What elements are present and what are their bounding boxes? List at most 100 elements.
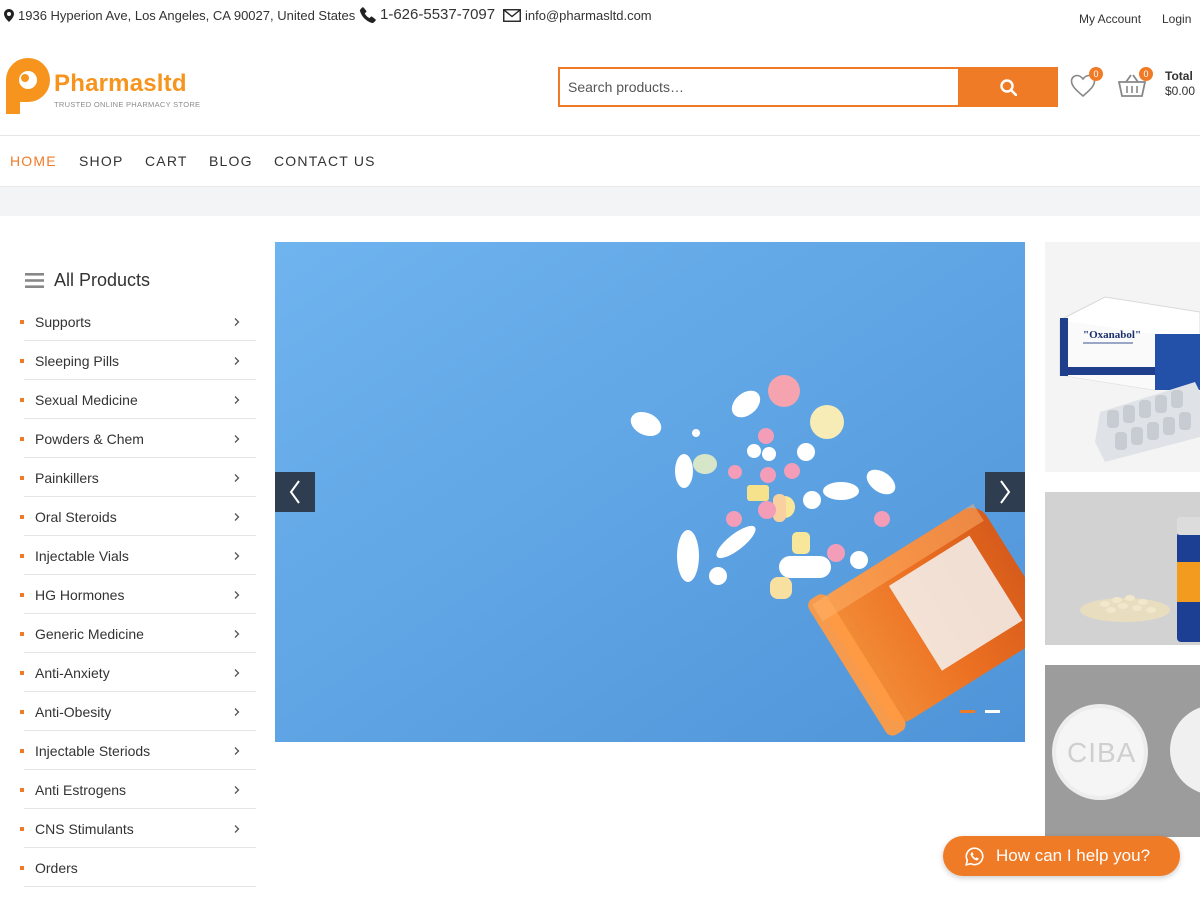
chevron-right-icon bbox=[234, 629, 240, 638]
promo-banner-oxanabol[interactable]: "Oxanabol" bbox=[1045, 242, 1200, 472]
slider-dot-1[interactable] bbox=[960, 710, 975, 713]
chevron-right-icon bbox=[234, 824, 240, 833]
nav-cart[interactable]: CART bbox=[145, 153, 188, 169]
all-products-header[interactable]: All Products bbox=[25, 270, 150, 291]
envelope-icon bbox=[503, 9, 521, 22]
cart-count-badge: 0 bbox=[1139, 67, 1153, 81]
category-label: Supports bbox=[35, 313, 92, 330]
login-link[interactable]: Login bbox=[1162, 12, 1191, 26]
chevron-right-icon bbox=[234, 668, 240, 677]
pill-imprint-text: CIBA bbox=[1067, 737, 1136, 768]
bullet bbox=[20, 436, 24, 441]
whatsapp-chat-button[interactable]: How can I help you? bbox=[943, 836, 1180, 876]
category-label: Anti-Anxiety bbox=[35, 664, 110, 681]
category-cns-stimulants[interactable]: CNS Stimulants bbox=[20, 809, 256, 848]
ciba-pills-image: CIBA bbox=[1045, 665, 1200, 837]
chevron-right-icon bbox=[234, 356, 240, 365]
chat-label: How can I help you? bbox=[996, 846, 1151, 865]
category-label: Painkillers bbox=[35, 469, 99, 486]
chevron-right-icon bbox=[234, 746, 240, 755]
logo-mark-icon bbox=[6, 58, 50, 114]
product-search bbox=[558, 67, 1058, 107]
chevron-right-icon bbox=[234, 707, 240, 716]
category-painkillers[interactable]: Painkillers bbox=[20, 458, 256, 497]
bullet bbox=[20, 748, 24, 753]
category-label: CNS Stimulants bbox=[35, 820, 134, 837]
category-list: Supports Sleeping Pills Sexual Medicine … bbox=[20, 302, 256, 887]
category-label: Powders & Chem bbox=[35, 430, 144, 447]
banner-1-product-name: "Oxanabol" bbox=[1083, 329, 1141, 341]
my-account-link[interactable]: My Account bbox=[1079, 12, 1141, 26]
chevron-right-icon bbox=[234, 590, 240, 599]
category-label: Generic Medicine bbox=[35, 625, 144, 642]
nav-contact-us[interactable]: CONTACT US bbox=[274, 153, 376, 169]
bullet bbox=[20, 670, 24, 675]
wishlist-button[interactable]: 0 bbox=[1070, 67, 1103, 100]
slider-dot-2[interactable] bbox=[985, 710, 1000, 713]
category-sexual-medicine[interactable]: Sexual Medicine bbox=[20, 380, 256, 419]
slider-pagination bbox=[960, 710, 1010, 713]
logo-tagline: TRUSTED ONLINE PHARMACY STORE bbox=[54, 100, 201, 109]
bullet bbox=[20, 319, 24, 324]
whatsapp-icon bbox=[965, 846, 984, 866]
chevron-right-icon bbox=[234, 395, 240, 404]
address-text: 1936 Hyperion Ave, Los Angeles, CA 90027… bbox=[18, 8, 356, 23]
bullet bbox=[20, 475, 24, 480]
category-label: Orders bbox=[35, 859, 78, 876]
email-info[interactable]: info@pharmasltd.com bbox=[503, 8, 652, 23]
chevron-right-icon bbox=[234, 512, 240, 521]
category-powders-chem[interactable]: Powders & Chem bbox=[20, 419, 256, 458]
chevron-left-icon bbox=[289, 480, 300, 504]
search-icon bbox=[999, 78, 1017, 96]
cart-total-label: Total bbox=[1165, 69, 1193, 83]
map-pin-icon bbox=[4, 9, 14, 22]
bullet bbox=[20, 787, 24, 792]
search-button[interactable] bbox=[958, 67, 1058, 107]
category-label: Injectable Vials bbox=[35, 547, 129, 564]
logo-text: Pharmasltd bbox=[54, 70, 187, 97]
bullet bbox=[20, 631, 24, 636]
category-injectable-steriods[interactable]: Injectable Steriods bbox=[20, 731, 256, 770]
chevron-right-icon bbox=[234, 317, 240, 326]
category-label: Anti Estrogens bbox=[35, 781, 127, 798]
chevron-right-icon bbox=[234, 785, 240, 794]
category-injectable-vials[interactable]: Injectable Vials bbox=[20, 536, 256, 575]
category-supports[interactable]: Supports bbox=[20, 302, 256, 341]
category-orders[interactable]: Orders bbox=[20, 848, 256, 887]
bullet bbox=[20, 709, 24, 714]
category-label: HG Hormones bbox=[35, 586, 125, 603]
category-anti-anxiety[interactable]: Anti-Anxiety bbox=[20, 653, 256, 692]
breadcrumb-band bbox=[0, 186, 1200, 216]
nav-home[interactable]: HOME bbox=[10, 153, 57, 169]
wishlist-count-badge: 0 bbox=[1089, 67, 1103, 81]
bullet bbox=[20, 592, 24, 597]
bullet bbox=[20, 553, 24, 558]
bullet bbox=[20, 397, 24, 402]
search-input[interactable] bbox=[558, 67, 958, 107]
bullet bbox=[20, 514, 24, 519]
hamburger-icon bbox=[25, 273, 44, 288]
promo-banner-tablets[interactable] bbox=[1045, 492, 1200, 645]
category-oral-steroids[interactable]: Oral Steroids bbox=[20, 497, 256, 536]
category-anti-obesity[interactable]: Anti-Obesity bbox=[20, 692, 256, 731]
category-label: Sexual Medicine bbox=[35, 391, 138, 408]
nav-blog[interactable]: BLOG bbox=[209, 153, 253, 169]
email-text: info@pharmasltd.com bbox=[525, 8, 652, 23]
slider-prev-button[interactable] bbox=[275, 472, 315, 512]
site-logo[interactable]: Pharmasltd TRUSTED ONLINE PHARMACY STORE bbox=[2, 54, 202, 118]
nav-shop[interactable]: SHOP bbox=[79, 153, 123, 169]
oxanabol-box-image: "Oxanabol" bbox=[1045, 242, 1200, 472]
cart-total-value: $0.00 bbox=[1165, 84, 1196, 98]
category-anti-estrogens[interactable]: Anti Estrogens bbox=[20, 770, 256, 809]
cart-button[interactable]: 0 bbox=[1117, 67, 1153, 100]
bullet bbox=[20, 865, 24, 870]
main-nav: HOME SHOP CART BLOG CONTACT US bbox=[0, 136, 1200, 186]
slider-next-button[interactable] bbox=[985, 472, 1025, 512]
chevron-right-icon bbox=[234, 434, 240, 443]
category-generic-medicine[interactable]: Generic Medicine bbox=[20, 614, 256, 653]
category-sleeping-pills[interactable]: Sleeping Pills bbox=[20, 341, 256, 380]
phone-info[interactable]: 1-626-5537-7097 bbox=[360, 6, 495, 23]
tablets-bottle-image bbox=[1045, 492, 1200, 645]
promo-banner-ciba[interactable]: CIBA bbox=[1045, 665, 1200, 837]
category-hg-hormones[interactable]: HG Hormones bbox=[20, 575, 256, 614]
